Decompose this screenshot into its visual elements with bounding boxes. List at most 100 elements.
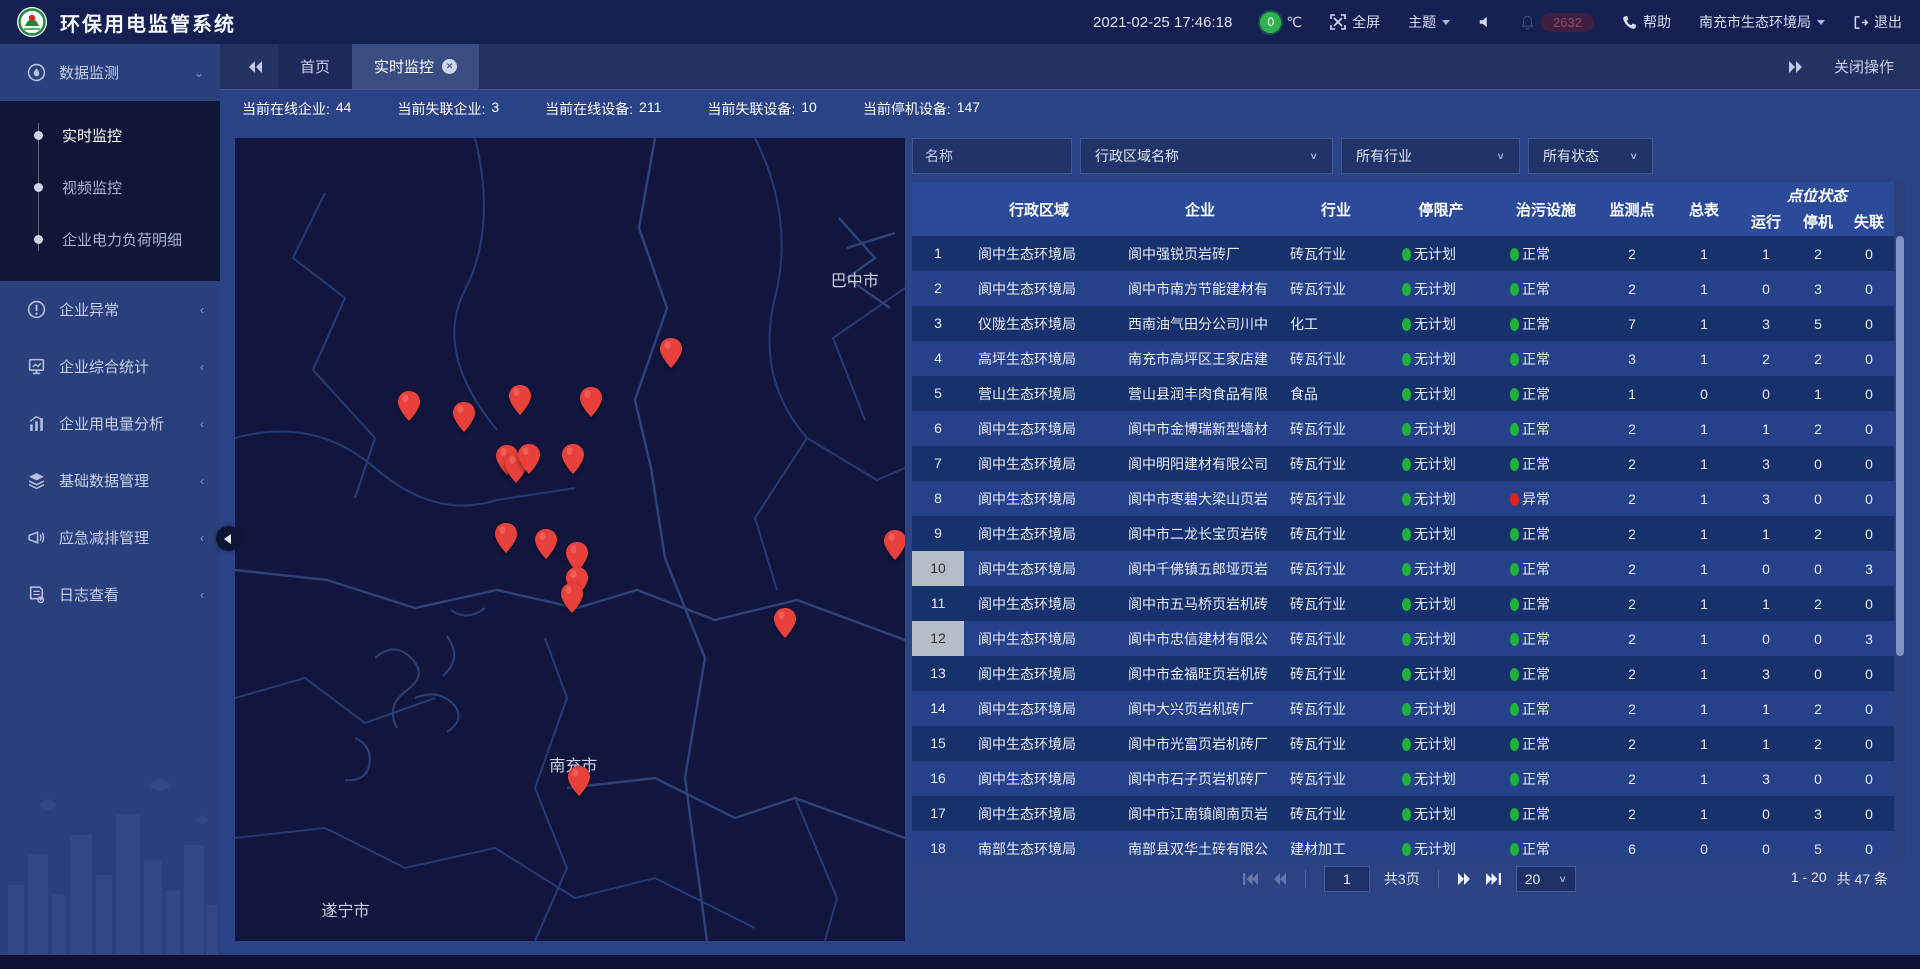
sound-mute-button[interactable] — [1478, 15, 1492, 29]
table-row[interactable]: 6阆中生态环境局阆中市金博瑞新型墙材砖瓦行业无计划正常21120 — [912, 411, 1906, 446]
app-root: 环保用电监管系统 2021-02-25 17:46:18 0 ℃ 全屏 主题 — [0, 0, 1920, 969]
tab-home[interactable]: 首页 — [278, 44, 352, 89]
table-scrollbar[interactable] — [1894, 182, 1906, 857]
industry-filter-select[interactable]: 所有行业 ∨ — [1341, 138, 1520, 174]
sidebar-item-video-monitor[interactable]: 视频监控 — [0, 161, 220, 213]
tab-realtime-monitor[interactable]: 实时监控 ✕ — [352, 44, 479, 89]
user-menu-button[interactable]: 南充市生态环境局 — [1699, 12, 1825, 32]
sidebar-item-realtime-monitor[interactable]: 实时监控 — [0, 109, 220, 161]
map-pin[interactable] — [398, 391, 420, 421]
map-pin[interactable] — [535, 529, 557, 559]
sidebar-item-base-data[interactable]: 基础数据管理 ‹ — [0, 452, 220, 509]
sidebar-item-emergency-reduction[interactable]: 应急减排管理 ‹ — [0, 509, 220, 566]
map-pin[interactable] — [561, 583, 583, 613]
prev-page-button[interactable] — [1273, 872, 1287, 886]
last-page-button[interactable] — [1485, 872, 1502, 886]
sidebar-item-log-view[interactable]: 日志查看 ‹ — [0, 566, 220, 623]
page-size-select[interactable]: 20 ∨ — [1516, 866, 1576, 892]
cell-company: 营山县润丰肉食品有限 — [1114, 384, 1286, 404]
page-number-input[interactable] — [1324, 866, 1370, 892]
table-row[interactable]: 4高坪生态环境局南充市高坪区王家店建砖瓦行业无计划正常31220 — [912, 341, 1906, 376]
cell-meter: 1 — [1668, 246, 1740, 262]
cell-stop: 3 — [1792, 806, 1844, 822]
sidebar-item-label: 企业异常 — [59, 299, 119, 320]
help-button[interactable]: 帮助 — [1622, 12, 1671, 32]
cell-facility: 正常 — [1496, 664, 1596, 684]
map-pin[interactable] — [562, 444, 584, 474]
cell-company: 阆中市二龙长宝页岩砖 — [1114, 524, 1286, 544]
tab-close-icon[interactable]: ✕ — [442, 59, 457, 74]
submenu-item-label: 视频监控 — [62, 177, 122, 198]
table-row[interactable]: 14阆中生态环境局阆中大兴页岩机砖厂砖瓦行业无计划正常21120 — [912, 691, 1906, 726]
sidebar-item-power-analysis[interactable]: 企业用电量分析 ‹ — [0, 395, 220, 452]
table-row[interactable]: 13阆中生态环境局阆中市金福旺页岩机砖砖瓦行业无计划正常21300 — [912, 656, 1906, 691]
map-pin[interactable] — [509, 385, 531, 415]
map-pin[interactable] — [774, 608, 796, 638]
col-header-region: 行政区域 — [964, 182, 1114, 236]
map-pin[interactable] — [453, 402, 475, 432]
table-row[interactable]: 7阆中生态环境局阆中明阳建材有限公司砖瓦行业无计划正常21300 — [912, 446, 1906, 481]
cell-lost: 0 — [1844, 351, 1894, 367]
tabs-scroll-left-button[interactable] — [234, 44, 278, 89]
sidebar-item-enterprise-statistics[interactable]: 企业综合统计 ‹ — [0, 338, 220, 395]
status-filter-select[interactable]: 所有状态 ∨ — [1528, 138, 1653, 174]
notifications-button[interactable]: 2632 — [1520, 13, 1594, 32]
table-body: 1阆中生态环境局阆中强锐页岩砖厂砖瓦行业无计划正常211202阆中生态环境局阆中… — [912, 236, 1906, 857]
name-filter-input[interactable] — [912, 138, 1072, 174]
facility-text: 正常 — [1522, 806, 1550, 822]
table-row[interactable]: 8阆中生态环境局阆中市枣碧大梁山页岩砖瓦行业无计划异常21300 — [912, 481, 1906, 516]
theme-menu-button[interactable]: 主题 — [1408, 12, 1450, 32]
table-row[interactable]: 1阆中生态环境局阆中强锐页岩砖厂砖瓦行业无计划正常21120 — [912, 236, 1906, 271]
next-page-button[interactable] — [1457, 872, 1471, 886]
cell-plan: 无计划 — [1386, 839, 1496, 858]
cell-index: 11 — [912, 586, 964, 621]
cell-facility: 异常 — [1496, 489, 1596, 509]
table-row[interactable]: 5营山生态环境局营山县润丰肉食品有限食品无计划正常10010 — [912, 376, 1906, 411]
table-row[interactable]: 12阆中生态环境局阆中市忠信建材有限公砖瓦行业无计划正常21003 — [912, 621, 1906, 656]
table-row[interactable]: 15阆中生态环境局阆中市光富页岩机砖厂砖瓦行业无计划正常21120 — [912, 726, 1906, 761]
map-pin[interactable] — [580, 387, 602, 417]
double-chevron-right-icon[interactable] — [1788, 60, 1804, 74]
cell-meter: 1 — [1668, 806, 1740, 822]
logout-button[interactable]: 退出 — [1853, 12, 1902, 32]
region-filter-select[interactable]: 行政区域名称 ∨ — [1080, 138, 1333, 174]
cell-lost: 0 — [1844, 736, 1894, 752]
sidebar-collapse-handle[interactable] — [216, 526, 241, 551]
map-panel[interactable]: 巴中市南充市遂宁市 — [235, 138, 905, 941]
table-row[interactable]: 9阆中生态环境局阆中市二龙长宝页岩砖砖瓦行业无计划正常21120 — [912, 516, 1906, 551]
cell-points: 2 — [1596, 561, 1668, 577]
map-pin[interactable] — [568, 766, 590, 796]
sidebar-item-enterprise-abnormal[interactable]: 企业异常 ‹ — [0, 281, 220, 338]
map-pin-icon — [774, 608, 796, 638]
map-pin[interactable] — [518, 444, 540, 474]
fullscreen-button[interactable]: 全屏 — [1330, 12, 1380, 32]
col-header-stop: 停机 — [1792, 207, 1844, 236]
map-pin[interactable] — [884, 530, 905, 560]
table-row[interactable]: 10阆中生态环境局阆中千佛镇五郎垭页岩砖瓦行业无计划正常21003 — [912, 551, 1906, 586]
first-page-button[interactable] — [1242, 872, 1259, 886]
top-header-bar: 环保用电监管系统 2021-02-25 17:46:18 0 ℃ 全屏 主题 — [0, 0, 1920, 44]
table-row[interactable]: 3仪陇生态环境局西南油气田分公司川中化工无计划正常71350 — [912, 306, 1906, 341]
cell-facility: 正常 — [1496, 279, 1596, 299]
chevron-left-icon: ‹ — [200, 474, 204, 488]
table-row[interactable]: 18南部生态环境局南部县双华土砖有限公建材加工无计划正常60050 — [912, 831, 1906, 857]
sidebar-item-power-load-detail[interactable]: 企业电力负荷明细 — [0, 213, 220, 265]
table-row[interactable]: 11阆中生态环境局阆中市五马桥页岩机砖砖瓦行业无计划正常21120 — [912, 586, 1906, 621]
close-operations-button[interactable]: 关闭操作 — [1834, 56, 1894, 77]
map-pin[interactable] — [495, 523, 517, 553]
facility-text: 正常 — [1522, 526, 1550, 542]
cell-points: 2 — [1596, 806, 1668, 822]
table-row[interactable]: 2阆中生态环境局阆中市南方节能建材有砖瓦行业无计划正常21030 — [912, 271, 1906, 306]
cell-index: 18 — [912, 831, 964, 857]
map-pin[interactable] — [660, 338, 682, 368]
table-row[interactable]: 16阆中生态环境局阆中市石子页岩机砖厂砖瓦行业无计划正常21300 — [912, 761, 1906, 796]
cell-index: 17 — [912, 796, 964, 831]
plan-text: 无计划 — [1414, 456, 1456, 472]
cell-meter: 0 — [1668, 841, 1740, 857]
cell-points: 2 — [1596, 666, 1668, 682]
scrollbar-thumb[interactable] — [1896, 236, 1904, 656]
table-row[interactable]: 17阆中生态环境局阆中市江南镇阆南页岩砖瓦行业无计划正常21030 — [912, 796, 1906, 831]
sidebar-item-data-monitoring[interactable]: 数据监测 ⌄ — [0, 44, 220, 101]
cell-lost: 0 — [1844, 456, 1894, 472]
status-dot-green — [1510, 738, 1519, 751]
